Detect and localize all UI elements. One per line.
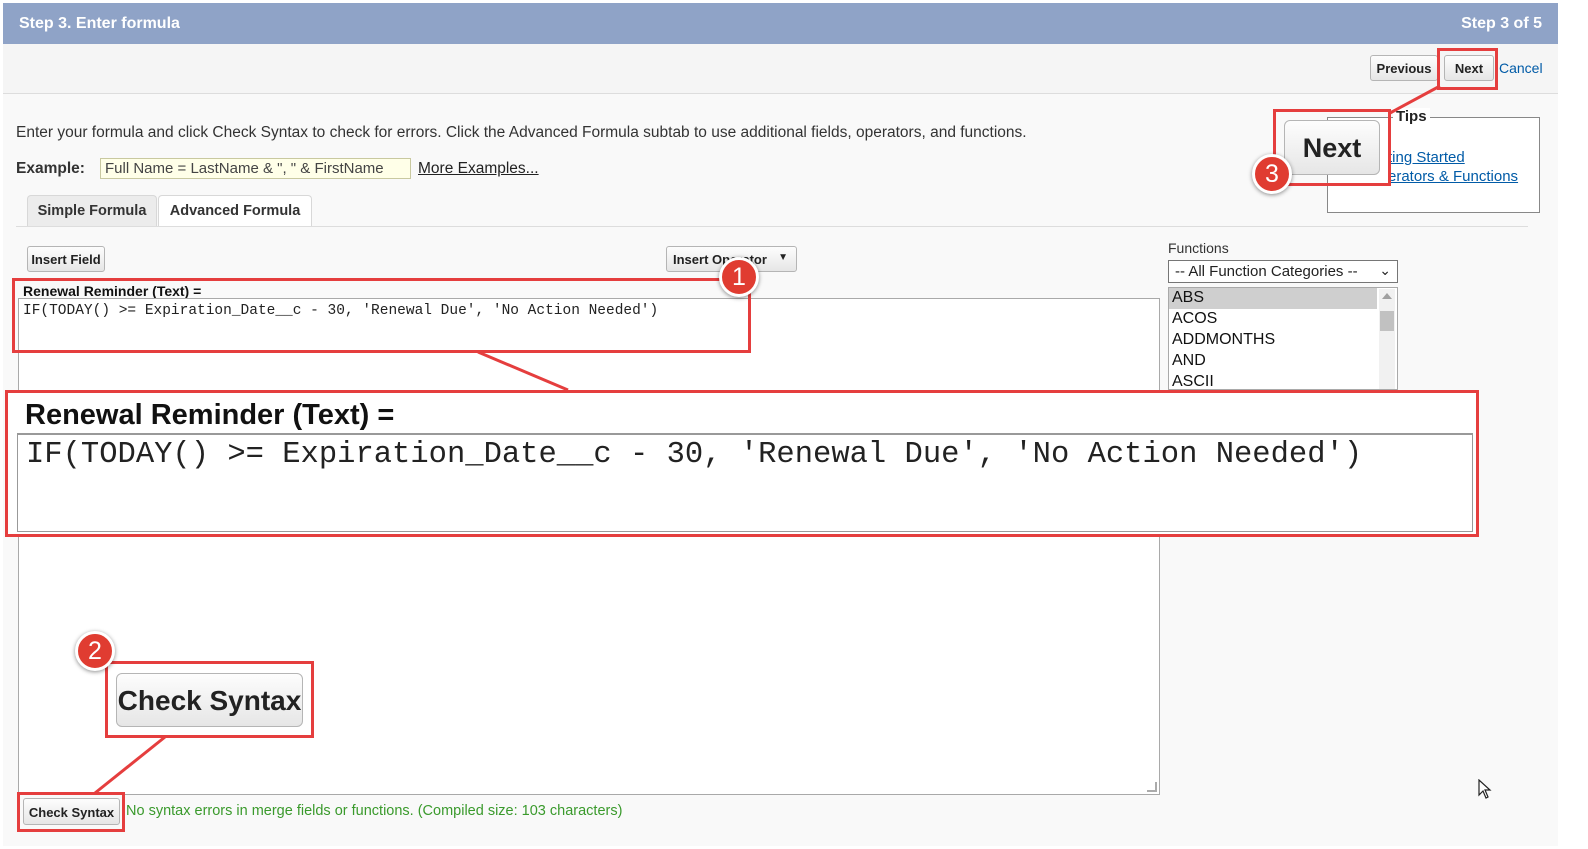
- page-title: Step 3. Enter formula: [19, 15, 180, 32]
- function-item[interactable]: ABS: [1169, 288, 1377, 309]
- tab-simple-formula[interactable]: Simple Formula: [27, 195, 157, 227]
- zoom-next-button: Next: [1284, 120, 1380, 175]
- zoom-check-syntax-button: Check Syntax: [116, 673, 303, 727]
- zoom-formula-text: IF(TODAY() >= Expiration_Date__c - 30, '…: [26, 438, 1363, 472]
- function-category-value: -- All Function Categories --: [1175, 263, 1358, 280]
- dropdown-arrow-icon: ▼: [778, 252, 788, 263]
- check-syntax-zoom-callout: Check Syntax: [105, 661, 314, 738]
- zoom-formula-box: IF(TODAY() >= Expiration_Date__c - 30, '…: [17, 433, 1473, 532]
- mouse-cursor-icon: [1478, 779, 1492, 799]
- formula-zoom-callout: Renewal Reminder (Text) = IF(TODAY() >= …: [5, 390, 1479, 537]
- highlight-formula-field: [12, 278, 751, 353]
- scroll-thumb[interactable]: [1380, 311, 1394, 331]
- functions-label: Functions: [1168, 240, 1229, 256]
- example-label: Example:: [16, 160, 85, 177]
- function-category-select[interactable]: -- All Function Categories -- ⌄: [1168, 260, 1398, 283]
- chevron-down-icon: ⌄: [1379, 262, 1391, 278]
- tab-divider: [16, 226, 1528, 227]
- step-badge-2: 2: [75, 631, 115, 671]
- wizard-toolbar: Previous Next Cancel: [3, 44, 1558, 94]
- functions-scrollbar[interactable]: [1379, 289, 1395, 389]
- resize-grip-icon[interactable]: [1147, 782, 1157, 792]
- tips-link-operators-functions[interactable]: erators & Functions: [1388, 168, 1518, 185]
- function-item[interactable]: AND: [1169, 351, 1397, 372]
- step-badge-1: 1: [719, 257, 759, 297]
- functions-list[interactable]: ABS ACOS ADDMONTHS AND ASCII: [1168, 287, 1398, 390]
- highlight-next-button: [1437, 48, 1498, 90]
- tips-link-getting-started[interactable]: ting Started: [1388, 149, 1465, 166]
- wizard-header: Step 3. Enter formula Step 3 of 5: [3, 3, 1558, 44]
- function-item[interactable]: ASCII: [1169, 372, 1397, 389]
- insert-field-button[interactable]: Insert Field: [27, 246, 105, 272]
- more-examples-link[interactable]: More Examples...: [418, 160, 539, 178]
- scroll-up-icon[interactable]: [1382, 293, 1392, 299]
- tips-title: Tips: [1393, 108, 1430, 125]
- instructions-text: Enter your formula and click Check Synta…: [16, 124, 1027, 141]
- cancel-link[interactable]: Cancel: [1499, 60, 1543, 76]
- function-item[interactable]: ACOS: [1169, 309, 1397, 330]
- zoom-field-label: Renewal Reminder (Text) =: [25, 399, 395, 431]
- syntax-status-message: No syntax errors in merge fields or func…: [126, 803, 623, 819]
- step-badge-3: 3: [1252, 154, 1292, 194]
- previous-button[interactable]: Previous: [1370, 55, 1438, 81]
- example-formula: Full Name = LastName & ", " & FirstName: [100, 158, 411, 179]
- step-indicator: Step 3 of 5: [1461, 15, 1542, 32]
- highlight-check-syntax-button: [17, 792, 125, 832]
- function-item[interactable]: ADDMONTHS: [1169, 330, 1397, 351]
- tab-advanced-formula[interactable]: Advanced Formula: [158, 195, 312, 227]
